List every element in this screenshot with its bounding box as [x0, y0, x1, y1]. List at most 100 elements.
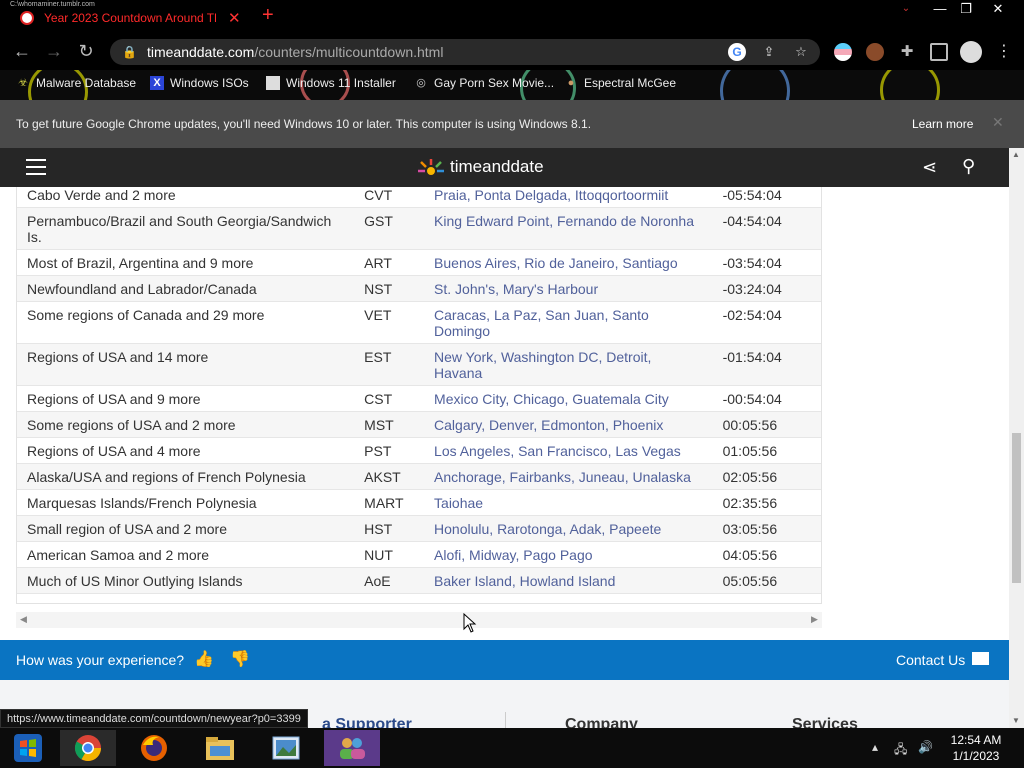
feedback-question: How was your experience? — [16, 652, 185, 668]
bookmark-label: Windows 11 Installer — [286, 76, 396, 90]
bookmark-site[interactable]: ◎ Gay Porn Sex Movie... — [414, 76, 554, 90]
abbreviation-cell: PST — [354, 437, 425, 464]
infobar-close-icon[interactable]: ✕ — [992, 114, 1004, 131]
horizontal-scrollbar[interactable]: ◀ ▶ — [16, 612, 822, 628]
scrollbar-thumb[interactable] — [1012, 433, 1021, 583]
bookmark-star-icon[interactable]: ☆ — [792, 43, 810, 61]
back-icon[interactable]: ← — [10, 41, 34, 62]
minimize-button[interactable]: — — [926, 0, 954, 18]
abbreviation-cell: NST — [354, 275, 425, 302]
extensions-puzzle-icon[interactable]: ✚ — [898, 43, 916, 61]
start-button[interactable] — [0, 730, 56, 766]
bookmarks-bar: ☣ Malware Database X Windows ISOs Window… — [0, 70, 1024, 100]
cities-link-cell[interactable]: Anchorage, Fairbanks, Juneau, Unalaska — [424, 463, 713, 490]
region-cell: Much of US Minor Outlying Islands — [17, 567, 355, 594]
update-infobar: To get future Google Chrome updates, you… — [0, 100, 1024, 148]
share-icon[interactable]: ⇪ — [760, 43, 778, 61]
browser-tab[interactable]: Year 2023 Countdown Around Th ✕ — [8, 4, 246, 32]
bookmark-windows-11-installer[interactable]: Windows 11 Installer — [266, 76, 396, 90]
url-host: timeanddate.com — [146, 44, 255, 60]
address-bar[interactable]: 🔒 timeanddate.com/counters/multicountdow… — [110, 39, 820, 65]
scroll-left-icon[interactable]: ◀ — [20, 614, 27, 625]
extension-flag-icon[interactable] — [834, 43, 852, 61]
cities-link-cell[interactable]: Mexico City, Chicago, Guatemala City — [424, 385, 713, 412]
region-cell: Most of Brazil, Argentina and 9 more — [17, 249, 355, 276]
tab-favicon-icon — [20, 11, 34, 25]
google-lens-icon[interactable]: G — [728, 43, 746, 61]
volume-icon[interactable]: 🔊 — [918, 740, 933, 754]
cities-link-cell[interactable]: Calgary, Denver, Edmonton, Phoenix — [424, 411, 713, 438]
cities-link-cell[interactable]: Honolulu, Rarotonga, Adak, Papeete — [424, 515, 713, 542]
bookmark-label: Windows ISOs — [170, 76, 249, 90]
offset-cell: -04:54:04 — [712, 207, 821, 250]
abbreviation-cell: CVT — [354, 187, 425, 208]
restore-button[interactable]: ❐ — [952, 0, 980, 18]
extension-avatar-icon[interactable] — [866, 43, 884, 61]
share-icon[interactable]: ⋖ — [922, 157, 937, 178]
menu-kebab-icon[interactable]: ⋮ — [996, 43, 1014, 61]
scroll-down-icon[interactable]: ▼ — [1012, 716, 1020, 725]
search-icon[interactable]: ⚲ — [962, 156, 975, 177]
contact-us-link[interactable]: Contact Us — [896, 652, 965, 668]
hamburger-menu-icon[interactable] — [26, 159, 46, 175]
new-tab-button[interactable]: + — [262, 4, 274, 27]
feedback-bar: How was your experience? 👍 👎 Contact Us — [0, 640, 1009, 680]
learn-more-link[interactable]: Learn more — [912, 117, 973, 131]
abbreviation-cell: EST — [354, 343, 425, 386]
chrome-taskbar-button[interactable] — [60, 730, 116, 766]
cities-link-cell[interactable]: New York, Washington DC, Detroit, Havana — [424, 343, 713, 386]
table-row: Alaska/USA and regions of French Polynes… — [17, 463, 821, 490]
reload-icon[interactable]: ↻ — [74, 41, 98, 62]
address-url[interactable]: timeanddate.com/counters/multicountdown.… — [147, 44, 444, 60]
site-icon: ◎ — [416, 77, 426, 89]
bookmark-windows-isos[interactable]: X Windows ISOs — [150, 76, 249, 90]
vertical-scrollbar[interactable]: ▲ ▼ — [1009, 148, 1024, 728]
clock-time: 12:54 AM — [950, 733, 1002, 747]
cities-link-cell[interactable]: Praia, Ponta Delgada, Ittoqqortoormiit — [424, 187, 713, 208]
thumbs-up-icon[interactable]: 👍 — [194, 649, 214, 669]
cities-link-cell[interactable]: St. John's, Mary's Harbour — [424, 275, 713, 302]
cities-link-cell[interactable]: Taiohae — [424, 489, 713, 516]
forward-icon[interactable]: → — [42, 41, 66, 62]
people-taskbar-button[interactable] — [324, 730, 380, 766]
abbreviation-cell: VET — [354, 301, 425, 344]
abbreviation-cell: AoE — [354, 567, 425, 594]
cities-link-cell[interactable]: Alofi, Midway, Pago Pago — [424, 541, 713, 568]
scroll-right-icon[interactable]: ▶ — [811, 614, 818, 625]
side-panel-icon[interactable] — [930, 43, 948, 61]
mail-icon[interactable] — [972, 652, 989, 665]
windows-taskbar: ▴ 🖧 🔊 12:54 AM 1/1/2023 — [0, 728, 1024, 768]
site-logo[interactable]: timeanddate — [416, 157, 544, 177]
system-clock[interactable]: 12:54 AM 1/1/2023 — [944, 732, 1008, 764]
show-hidden-icons-icon[interactable]: ▴ — [872, 740, 878, 754]
cities-link-cell[interactable]: Buenos Aires, Rio de Janeiro, Santiago — [424, 249, 713, 276]
offset-cell: 02:05:56 — [712, 463, 821, 490]
thumbs-down-icon[interactable]: 👎 — [230, 649, 250, 669]
region-cell: Cabo Verde and 2 more — [17, 187, 355, 208]
clock-date: 1/1/2023 — [952, 749, 1000, 763]
tab-search-icon[interactable]: ⌄ — [892, 0, 920, 18]
folder-icon — [206, 737, 234, 760]
bookmark-espectral-mcgee[interactable]: ● Espectral McGee — [564, 76, 676, 90]
tab-close-icon[interactable]: ✕ — [228, 9, 241, 27]
network-icon[interactable]: 🖧 — [894, 740, 907, 761]
cities-link-cell[interactable]: King Edward Point, Fernando de Noronha — [424, 207, 713, 250]
installer-icon — [266, 76, 280, 90]
cities-link-cell[interactable]: Baker Island, Howland Island — [424, 567, 713, 594]
table-row: Small region of USA and 2 more HST Honolul… — [17, 515, 821, 542]
cities-link-cell[interactable]: Los Angeles, San Francisco, Las Vegas — [424, 437, 713, 464]
table-row: Newfoundland and Labrador/Canada NST St. J… — [17, 275, 821, 302]
cities-link-cell[interactable]: Caracas, La Paz, San Juan, Santo Domingo — [424, 301, 713, 344]
region-cell: American Samoa and 2 more — [17, 541, 355, 568]
close-window-button[interactable]: ✕ — [984, 0, 1012, 18]
offset-cell: -00:54:04 — [712, 385, 821, 412]
file-explorer-taskbar-button[interactable] — [192, 730, 248, 766]
firefox-taskbar-button[interactable] — [126, 730, 182, 766]
theme-decoration — [720, 70, 790, 100]
abbreviation-cell: MART — [354, 489, 425, 516]
profile-avatar-icon[interactable] — [960, 41, 982, 63]
scroll-up-icon[interactable]: ▲ — [1012, 150, 1020, 159]
photo-viewer-taskbar-button[interactable] — [258, 730, 314, 766]
offset-cell: -02:54:04 — [712, 301, 821, 344]
bookmark-malware-database[interactable]: ☣ Malware Database — [16, 76, 136, 90]
